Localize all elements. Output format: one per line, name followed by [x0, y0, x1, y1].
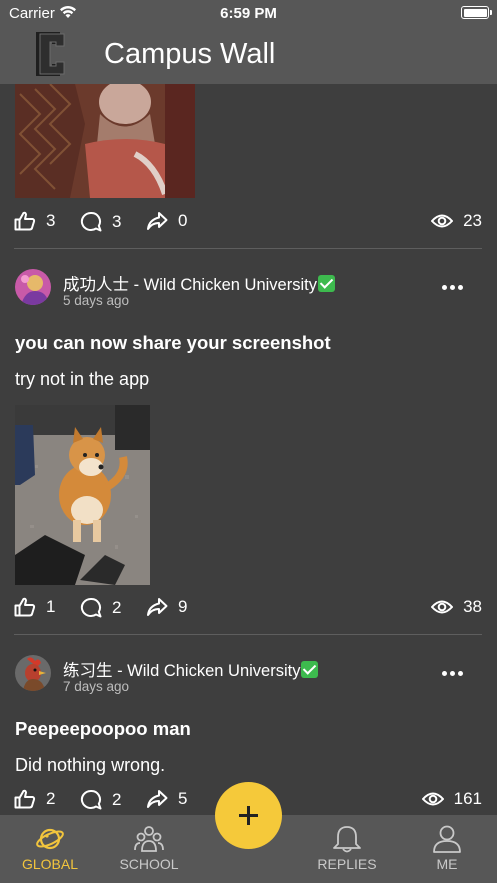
share-count: 5	[178, 789, 188, 808]
tab-label: GLOBAL	[21, 856, 79, 872]
post-time: 7 days ago	[63, 679, 130, 694]
comment-icon	[80, 211, 102, 232]
tab-label: REPLIES	[317, 856, 377, 872]
like-count: 2	[46, 789, 56, 808]
author-name: 成功人士 - Wild Chicken University	[63, 276, 317, 294]
comment-icon	[80, 597, 102, 618]
comment-count: 2	[112, 789, 122, 809]
campus-logo-icon	[36, 32, 65, 76]
avatar[interactable]	[15, 269, 51, 305]
post-time: 5 days ago	[63, 293, 130, 308]
battery-icon	[461, 6, 492, 19]
like-button[interactable]: 1	[14, 597, 55, 617]
tab-label: SCHOOL	[119, 856, 179, 872]
comment-count: 3	[112, 211, 122, 231]
comment-button[interactable]: 3	[80, 211, 121, 232]
bell-icon	[333, 826, 361, 853]
share-icon	[147, 598, 168, 616]
tab-global[interactable]: GLOBAL	[0, 815, 100, 883]
divider	[14, 634, 482, 635]
status-bar: Carrier 6:59 PM	[0, 0, 497, 26]
feed[interactable]: 3 3 0 23 成功人士 - Wild Chicken University …	[0, 84, 497, 815]
view-count: 161	[453, 789, 482, 808]
new-post-button[interactable]	[215, 782, 282, 849]
planet-icon	[36, 828, 64, 850]
share-button[interactable]: 9	[146, 597, 187, 617]
status-time: 6:59 PM	[220, 5, 277, 22]
view-count: 23	[463, 211, 482, 230]
tab-me[interactable]: ME	[397, 815, 497, 883]
post-image[interactable]	[15, 84, 195, 198]
tab-school[interactable]: SCHOOL	[99, 815, 199, 883]
nav-bar: Campus Wall	[0, 26, 497, 84]
person-icon	[433, 825, 461, 853]
more-options-button[interactable]	[442, 285, 464, 291]
verified-icon	[317, 275, 335, 292]
view-counter: 23	[431, 211, 482, 231]
post-stats: 3 3 0 23	[14, 211, 482, 237]
like-count: 1	[46, 597, 56, 616]
comment-count: 2	[112, 597, 122, 617]
like-count: 3	[46, 211, 56, 230]
eye-icon	[431, 600, 454, 614]
share-icon	[147, 212, 168, 230]
tab-label: ME	[436, 856, 458, 872]
thumbs-up-icon	[14, 211, 36, 231]
like-button[interactable]: 3	[14, 211, 55, 231]
share-button[interactable]: 0	[146, 211, 187, 231]
comment-button[interactable]: 2	[80, 597, 121, 618]
post-image[interactable]	[15, 405, 150, 585]
divider	[14, 248, 482, 249]
post-title: Peepeepoopoo man	[15, 718, 191, 739]
comment-icon	[80, 789, 102, 810]
view-counter: 161	[421, 789, 482, 809]
verified-icon	[301, 661, 319, 678]
people-icon	[134, 826, 164, 852]
thumbs-up-icon	[14, 597, 36, 617]
share-button[interactable]: 5	[146, 789, 187, 809]
view-counter: 38	[431, 597, 482, 617]
more-options-button[interactable]	[442, 671, 464, 677]
share-count: 9	[178, 597, 188, 616]
avatar[interactable]	[15, 655, 51, 691]
share-icon	[147, 790, 168, 808]
plus-icon	[239, 806, 258, 825]
thumbs-up-icon	[14, 789, 36, 809]
like-button[interactable]: 2	[14, 789, 55, 809]
post-body: Did nothing wrong.	[15, 755, 166, 775]
post-author[interactable]: 练习生 - Wild Chicken University	[63, 657, 319, 681]
post-author[interactable]: 成功人士 - Wild Chicken University	[63, 271, 335, 295]
tab-replies[interactable]: REPLIES	[297, 815, 397, 883]
post-stats: 1 2 9 38	[14, 597, 482, 623]
eye-icon	[431, 214, 454, 228]
comment-button[interactable]: 2	[80, 789, 121, 810]
eye-icon	[421, 792, 444, 806]
post-title: you can now share your screenshot	[15, 332, 331, 353]
view-count: 38	[463, 597, 482, 616]
post-body: try not in the app	[15, 369, 150, 389]
share-count: 0	[178, 211, 188, 230]
author-name: 练习生 - Wild Chicken University	[63, 662, 301, 680]
page-title: Campus Wall	[104, 38, 276, 70]
